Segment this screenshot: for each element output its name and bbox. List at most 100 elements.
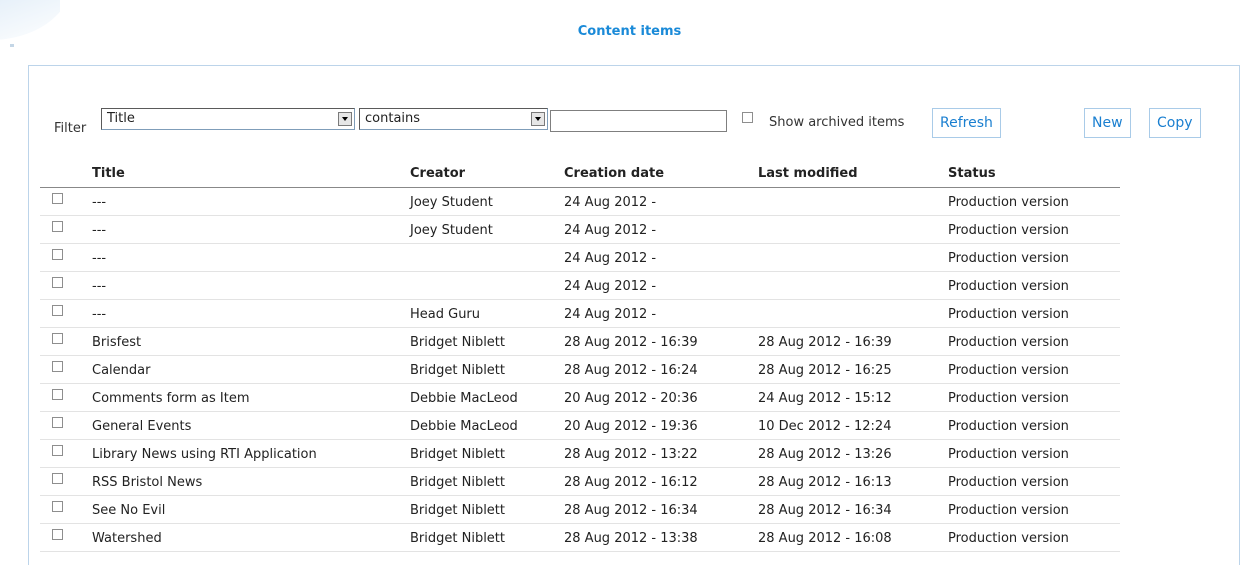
- table-row[interactable]: Library News using RTI Application Bridge…: [40, 440, 1120, 468]
- cell-title[interactable]: Comments form as Item: [92, 391, 250, 406]
- cell-title[interactable]: RSS Bristol News: [92, 475, 202, 490]
- content-items-table: Title Creator Creation date Last modifie…: [40, 160, 1120, 552]
- table-row[interactable]: Watershed Bridget Niblett 28 Aug 2012 - 13…: [40, 524, 1120, 552]
- cell-last-modified: 28 Aug 2012 - 13:26: [758, 447, 892, 462]
- cell-title[interactable]: ---: [92, 251, 106, 266]
- row-checkbox[interactable]: [52, 249, 63, 260]
- row-checkbox[interactable]: [52, 501, 63, 512]
- cell-creator: Head Guru: [410, 307, 481, 322]
- filter-field-select[interactable]: Title: [101, 108, 355, 130]
- cell-creator: Joey Student: [410, 195, 493, 210]
- filter-operator-select[interactable]: contains: [359, 108, 548, 130]
- cell-status: Production version: [948, 251, 1069, 266]
- cell-creation-date: 24 Aug 2012 -: [564, 195, 657, 210]
- row-checkbox[interactable]: [52, 305, 63, 316]
- table-row[interactable]: Brisfest Bridget Niblett 28 Aug 2012 - 16:…: [40, 328, 1120, 356]
- cell-status: Production version: [948, 503, 1069, 518]
- table-row[interactable]: --- Joey Student 24 Aug 2012 - Production v…: [40, 216, 1120, 244]
- cell-title[interactable]: ---: [92, 279, 106, 294]
- cell-title[interactable]: Library News using RTI Application: [92, 447, 317, 462]
- cell-creation-date: 20 Aug 2012 - 19:36: [564, 419, 698, 434]
- cell-status: Production version: [948, 307, 1069, 322]
- cell-creator: Debbie MacLeod: [410, 419, 518, 434]
- cell-title[interactable]: ---: [92, 195, 106, 210]
- cell-creation-date: 28 Aug 2012 - 13:22: [564, 447, 698, 462]
- cell-creation-date: 28 Aug 2012 - 16:34: [564, 503, 698, 518]
- chevron-down-icon[interactable]: [338, 112, 352, 126]
- search-input[interactable]: [550, 110, 727, 132]
- table-row[interactable]: --- 24 Aug 2012 - Production version: [40, 272, 1120, 300]
- cell-creator: Bridget Niblett: [410, 503, 505, 518]
- cell-last-modified: 28 Aug 2012 - 16:34: [758, 503, 892, 518]
- table-header: Title Creator Creation date Last modifie…: [40, 160, 1120, 188]
- row-checkbox[interactable]: [52, 445, 63, 456]
- cell-creator: Debbie MacLeod: [410, 391, 518, 406]
- row-checkbox[interactable]: [52, 529, 63, 540]
- row-checkbox[interactable]: [52, 473, 63, 484]
- filter-bar: Filter Title contains Show archived item…: [0, 108, 1259, 138]
- cell-last-modified: 28 Aug 2012 - 16:08: [758, 531, 892, 546]
- cell-status: Production version: [948, 223, 1069, 238]
- cell-creation-date: 20 Aug 2012 - 20:36: [564, 391, 698, 406]
- filter-label: Filter: [54, 121, 87, 136]
- cell-title[interactable]: Calendar: [92, 363, 150, 378]
- cell-title[interactable]: Brisfest: [92, 335, 141, 350]
- row-checkbox[interactable]: [52, 333, 63, 344]
- cell-creator: Bridget Niblett: [410, 531, 505, 546]
- row-checkbox[interactable]: [52, 193, 63, 204]
- table-row[interactable]: Comments form as Item Debbie MacLeod 20 Au…: [40, 384, 1120, 412]
- row-checkbox[interactable]: [52, 417, 63, 428]
- row-checkbox[interactable]: [52, 361, 63, 372]
- cell-title[interactable]: See No Evil: [92, 503, 165, 518]
- table-row[interactable]: Calendar Bridget Niblett 28 Aug 2012 - 16:…: [40, 356, 1120, 384]
- table-row[interactable]: --- Head Guru 24 Aug 2012 - Production vers…: [40, 300, 1120, 328]
- copy-button[interactable]: Copy: [1149, 108, 1201, 138]
- row-checkbox[interactable]: [52, 221, 63, 232]
- cell-creator: Bridget Niblett: [410, 447, 505, 462]
- cell-creation-date: 24 Aug 2012 -: [564, 307, 657, 322]
- filter-operator-value: contains: [365, 111, 421, 126]
- cell-creation-date: 28 Aug 2012 - 16:12: [564, 475, 698, 490]
- filter-field-value: Title: [107, 111, 135, 126]
- table-row[interactable]: RSS Bristol News Bridget Niblett 28 Aug 20…: [40, 468, 1120, 496]
- table-body: --- Joey Student 24 Aug 2012 - Production v…: [40, 188, 1120, 552]
- cell-status: Production version: [948, 335, 1069, 350]
- corner-dot: [10, 44, 14, 47]
- cell-last-modified: 24 Aug 2012 - 15:12: [758, 391, 892, 406]
- cell-title[interactable]: ---: [92, 307, 106, 322]
- cell-title[interactable]: Watershed: [92, 531, 162, 546]
- cell-title[interactable]: ---: [92, 223, 106, 238]
- cell-last-modified: 28 Aug 2012 - 16:39: [758, 335, 892, 350]
- cell-status: Production version: [948, 419, 1069, 434]
- cell-last-modified: 28 Aug 2012 - 16:13: [758, 475, 892, 490]
- cell-creator: Bridget Niblett: [410, 335, 505, 350]
- column-header-last-modified[interactable]: Last modified: [758, 166, 858, 181]
- cell-status: Production version: [948, 279, 1069, 294]
- table-row[interactable]: --- Joey Student 24 Aug 2012 - Production v…: [40, 188, 1120, 216]
- refresh-button[interactable]: Refresh: [932, 108, 1001, 138]
- cell-last-modified: 10 Dec 2012 - 12:24: [758, 419, 892, 434]
- show-archived-checkbox[interactable]: [742, 112, 753, 123]
- page-title: Content items: [577, 24, 682, 39]
- column-header-title[interactable]: Title: [92, 166, 125, 181]
- new-button[interactable]: New: [1084, 108, 1131, 138]
- table-row[interactable]: General Events Debbie MacLeod 20 Aug 2012 …: [40, 412, 1120, 440]
- cell-creation-date: 24 Aug 2012 -: [564, 251, 657, 266]
- table-row[interactable]: --- 24 Aug 2012 - Production version: [40, 244, 1120, 272]
- cell-creator: Bridget Niblett: [410, 475, 505, 490]
- cell-status: Production version: [948, 531, 1069, 546]
- cell-creation-date: 24 Aug 2012 -: [564, 223, 657, 238]
- column-header-status[interactable]: Status: [948, 166, 996, 181]
- table-row[interactable]: See No Evil Bridget Niblett 28 Aug 2012 - …: [40, 496, 1120, 524]
- row-checkbox[interactable]: [52, 389, 63, 400]
- column-header-creator[interactable]: Creator: [410, 166, 465, 181]
- chevron-down-icon[interactable]: [531, 112, 545, 126]
- column-header-creation-date[interactable]: Creation date: [564, 166, 664, 181]
- cell-status: Production version: [948, 363, 1069, 378]
- cell-creation-date: 28 Aug 2012 - 16:24: [564, 363, 698, 378]
- cell-status: Production version: [948, 391, 1069, 406]
- cell-creation-date: 28 Aug 2012 - 16:39: [564, 335, 698, 350]
- row-checkbox[interactable]: [52, 277, 63, 288]
- cell-title[interactable]: General Events: [92, 419, 191, 434]
- cell-status: Production version: [948, 195, 1069, 210]
